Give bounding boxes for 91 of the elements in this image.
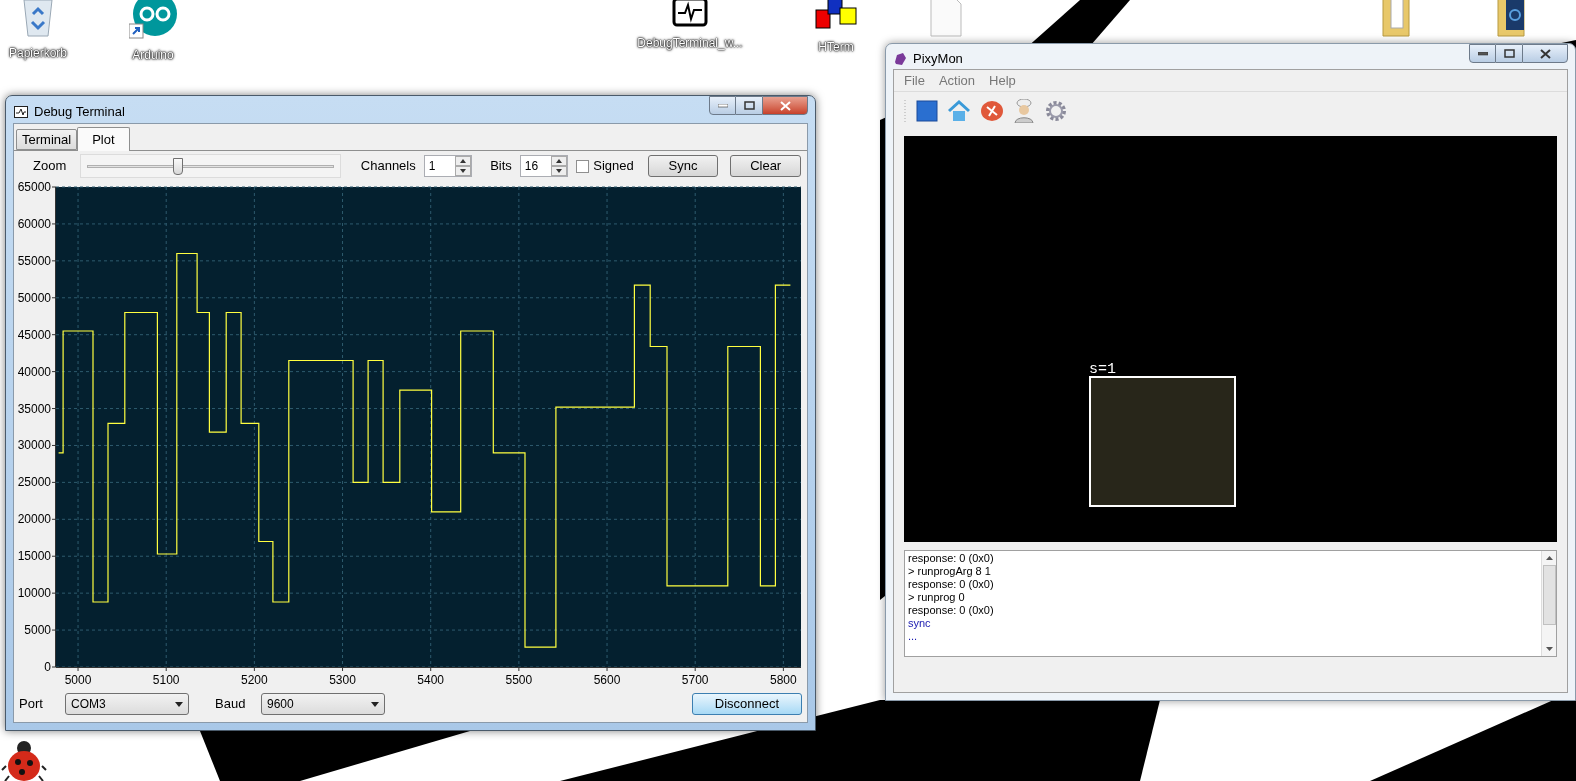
close-icon (1539, 48, 1551, 59)
x-tick-label: 5800 (770, 673, 797, 686)
console-line: > runprogArg 8 1 (908, 565, 992, 578)
channels-label: Channels (360, 157, 416, 176)
scrollbar[interactable] (1541, 551, 1556, 656)
desktop-icon-label[interactable]: Arduino (132, 46, 174, 64)
toolbar-button[interactable] (1013, 99, 1035, 123)
y-tick-label: 15000 (17, 549, 51, 564)
minimize-icon (717, 103, 728, 108)
console-line: > runprog 0 (908, 591, 966, 604)
x-tick-label: 5400 (417, 673, 445, 686)
maximize-icon (743, 101, 755, 110)
console-line: response: 0 (0x0) (908, 552, 995, 565)
desktop-icon-label[interactable]: DebugTerminal_w... (637, 34, 743, 52)
spin-up-icon (551, 156, 568, 166)
console-line: sync (908, 617, 932, 630)
x-tick-label: 5600 (593, 673, 621, 686)
toolbar-button[interactable]: Clear (730, 155, 801, 177)
close-button[interactable] (1522, 44, 1568, 63)
window-title: Debug Terminal (34, 103, 125, 121)
x-tick-label: 5200 (241, 673, 268, 686)
settings-icon (1044, 99, 1068, 123)
desktop-icon-label[interactable]: Papierkorb (9, 44, 67, 62)
squares-icon (812, 0, 860, 32)
zoom-slider[interactable] (79, 154, 341, 178)
x-tick-label: 5100 (152, 673, 180, 686)
signed-checkbox[interactable] (576, 159, 590, 173)
y-tick-label: 25000 (17, 475, 51, 490)
window-app-icon (893, 51, 907, 66)
toolbar-grip-icon (904, 99, 907, 123)
port-label: Port (19, 695, 44, 714)
toolbar-button[interactable]: Sync (647, 155, 719, 177)
maximize-icon (1503, 49, 1515, 58)
folder-icon (1494, 0, 1528, 38)
close-icon (779, 100, 791, 111)
baud-dropdown[interactable]: 9600 (261, 693, 385, 715)
port-dropdown[interactable]: COM3 (65, 693, 189, 715)
minimize-icon (1477, 51, 1488, 56)
settings-button[interactable] (1044, 99, 1068, 123)
spin-down-icon (551, 166, 568, 176)
tab[interactable]: Terminal (16, 129, 78, 150)
y-tick-label: 65000 (17, 181, 51, 194)
zoom-label: Zoom (33, 157, 68, 176)
y-tick-label: 20000 (17, 512, 51, 527)
menu-item[interactable]: File (904, 70, 925, 91)
baud-label: Baud (215, 695, 247, 714)
caret-icon (175, 701, 183, 707)
menu-item[interactable]: Action (938, 70, 976, 91)
recycle-bin-icon (20, 0, 56, 38)
x-tick-label: 5500 (505, 673, 533, 686)
home-icon (947, 100, 971, 122)
y-tick-label: 5000 (24, 623, 51, 638)
caret-icon (371, 701, 379, 707)
spin-down-icon (455, 166, 472, 176)
signed-label: Signed (593, 157, 634, 176)
maximize-button[interactable] (1496, 44, 1522, 63)
menu-item[interactable]: Help (989, 70, 1016, 91)
spin-up-icon (455, 156, 472, 166)
disconnect-button[interactable]: Disconnect (692, 693, 802, 715)
console-line: response: 0 (0x0) (908, 578, 995, 591)
slider-thumb[interactable] (173, 158, 184, 175)
y-tick-label: 45000 (17, 327, 51, 342)
home-button[interactable] (947, 100, 971, 122)
window-app-icon (14, 105, 28, 118)
minimize-button[interactable] (709, 96, 736, 115)
square-icon (916, 100, 938, 122)
x-tick-label: 5700 (681, 673, 709, 686)
y-tick-label: 60000 (17, 216, 51, 231)
tab[interactable]: Plot (77, 127, 130, 151)
y-tick-label: 0 (44, 660, 51, 674)
y-tick-label: 50000 (17, 290, 51, 305)
window-title: PixyMon (913, 50, 963, 68)
minimize-button[interactable] (1469, 44, 1496, 63)
y-tick-label: 30000 (17, 438, 51, 453)
y-tick-label: 10000 (17, 586, 51, 601)
toolbar-button[interactable] (916, 100, 938, 122)
bits-label: Bits (490, 157, 512, 176)
console-line: response: 0 (0x0) (908, 604, 995, 617)
close-button[interactable] (762, 96, 808, 115)
bits-spinbox[interactable]: 16 (519, 155, 569, 177)
y-tick-label: 55000 (17, 253, 51, 268)
y-tick-label: 35000 (17, 401, 51, 416)
channels-spinbox[interactable]: 1 (423, 155, 473, 177)
x-tick-label: 5000 (64, 673, 92, 686)
desktop-icon-label[interactable]: HTerm (818, 38, 854, 56)
x-tick-label: 5300 (329, 673, 356, 686)
maximize-button[interactable] (736, 96, 762, 115)
y-tick-label: 40000 (17, 364, 51, 379)
console-line: ... (908, 630, 919, 643)
chef-icon (1013, 99, 1035, 123)
block-label: s=1 (1089, 363, 1116, 376)
